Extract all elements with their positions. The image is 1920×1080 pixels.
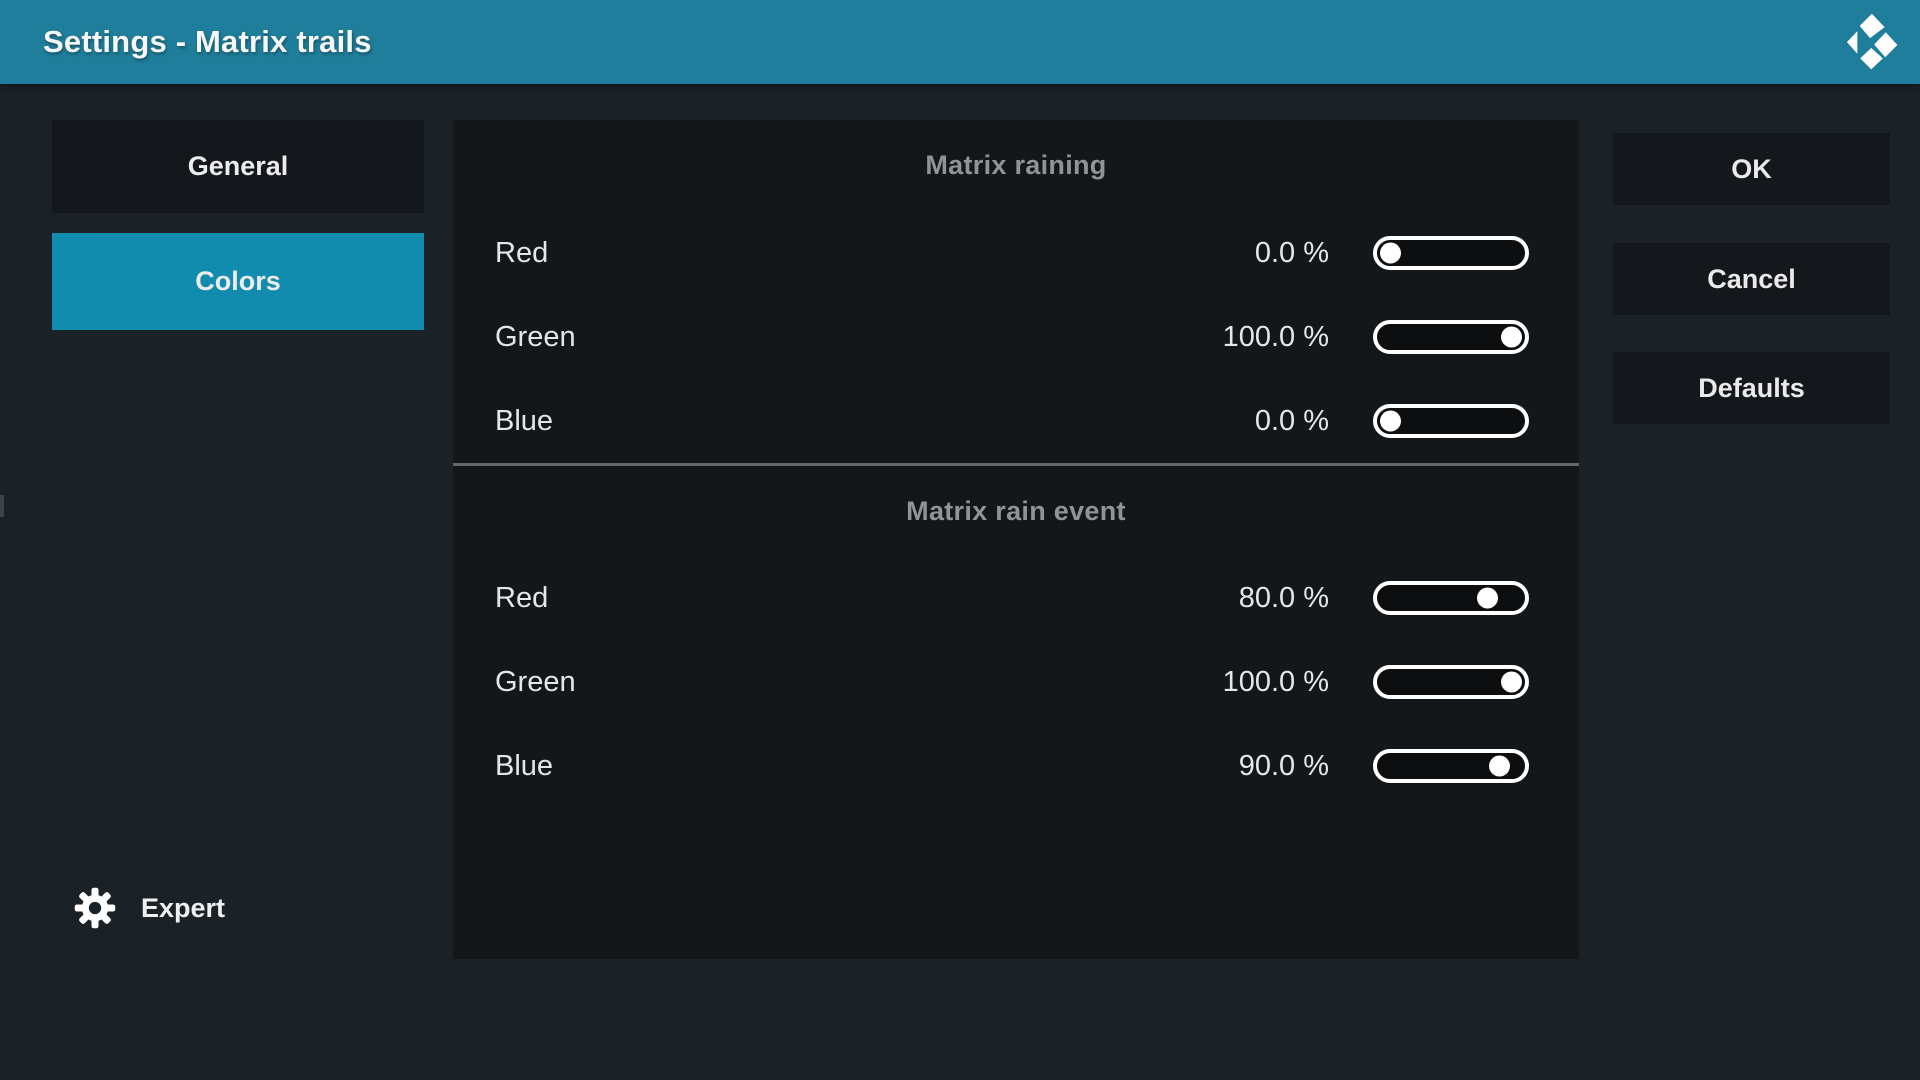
cancel-button-label: Cancel <box>1707 264 1796 295</box>
setting-value: 100.0 % <box>1223 321 1329 354</box>
setting-value: 0.0 % <box>1255 237 1329 270</box>
slider[interactable] <box>1373 749 1529 783</box>
slider-knob[interactable] <box>1380 411 1401 432</box>
slider-knob[interactable] <box>1501 327 1522 348</box>
setting-value: 90.0 % <box>1239 750 1329 783</box>
kodi-logo-icon <box>1842 12 1904 70</box>
setting-value: 0.0 % <box>1255 405 1329 438</box>
setting-row-raining-blue[interactable]: Blue 0.0 % <box>453 379 1579 463</box>
setting-value: 100.0 % <box>1223 666 1329 699</box>
setting-label: Blue <box>495 750 1239 783</box>
ok-button-label: OK <box>1731 154 1772 185</box>
group-header-matrix-raining: Matrix raining <box>453 120 1579 211</box>
settings-level-label: Expert <box>141 893 225 924</box>
setting-row-raining-red[interactable]: Red 0.0 % <box>453 211 1579 295</box>
defaults-button-label: Defaults <box>1698 373 1805 404</box>
ok-button[interactable]: OK <box>1613 133 1890 205</box>
setting-row-raining-green[interactable]: Green 100.0 % <box>453 295 1579 379</box>
slider-knob[interactable] <box>1501 672 1522 693</box>
slider-knob[interactable] <box>1380 243 1401 264</box>
setting-row-event-green[interactable]: Green 100.0 % <box>453 640 1579 724</box>
setting-label: Red <box>495 582 1239 615</box>
setting-label: Blue <box>495 405 1255 438</box>
titlebar: Settings - Matrix trails <box>0 0 1920 84</box>
slider[interactable] <box>1373 581 1529 615</box>
setting-row-event-red[interactable]: Red 80.0 % <box>453 556 1579 640</box>
slider[interactable] <box>1373 665 1529 699</box>
settings-panel: Matrix raining Red 0.0 % Green 100.0 % B… <box>453 120 1579 959</box>
setting-label: Red <box>495 237 1255 270</box>
defaults-button[interactable]: Defaults <box>1613 352 1890 424</box>
setting-value: 80.0 % <box>1239 582 1329 615</box>
dialog-title: Settings - Matrix trails <box>43 24 372 60</box>
slider[interactable] <box>1373 404 1529 438</box>
group-header-matrix-rain-event: Matrix rain event <box>453 466 1579 556</box>
scrollbar-indicator[interactable] <box>0 495 4 517</box>
setting-row-event-blue[interactable]: Blue 90.0 % <box>453 724 1579 808</box>
settings-level-toggle[interactable]: Expert <box>73 884 225 932</box>
slider-knob[interactable] <box>1477 588 1498 609</box>
slider[interactable] <box>1373 320 1529 354</box>
tab-general[interactable]: General <box>52 120 424 213</box>
gear-icon <box>73 886 117 930</box>
setting-label: Green <box>495 321 1223 354</box>
cancel-button[interactable]: Cancel <box>1613 243 1890 315</box>
tab-colors-label: Colors <box>195 266 281 297</box>
tab-colors[interactable]: Colors <box>52 233 424 330</box>
tab-general-label: General <box>188 151 289 182</box>
setting-label: Green <box>495 666 1223 699</box>
slider-knob[interactable] <box>1489 756 1510 777</box>
slider[interactable] <box>1373 236 1529 270</box>
